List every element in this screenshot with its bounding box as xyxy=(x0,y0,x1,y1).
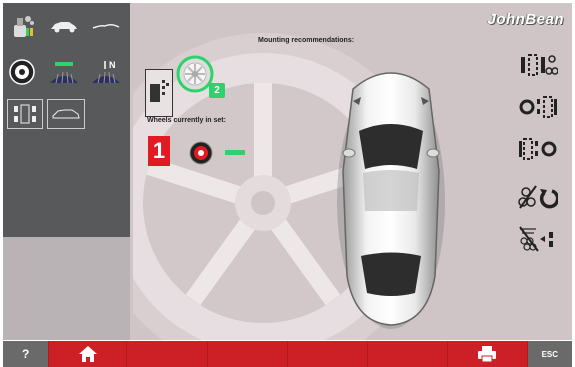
tire-sensor-icon[interactable] xyxy=(7,13,37,39)
wheel-position-icon[interactable] xyxy=(7,99,43,129)
selected-count-badge: 2 xyxy=(209,83,225,98)
home-icon xyxy=(78,346,97,362)
help-icon: ? xyxy=(22,347,30,361)
wheels-in-set-title: Wheels currently in set: xyxy=(147,117,226,124)
mounting-title: Mounting recommendations: xyxy=(258,37,355,44)
car-side-icon[interactable] xyxy=(49,13,79,39)
esc-button[interactable]: ESC xyxy=(527,341,573,367)
main-screen: N JohnBean Mounting recommendations: 2 W… xyxy=(3,3,572,340)
toolbar-slot-6[interactable] xyxy=(368,341,448,367)
remove-wheel-icon[interactable] xyxy=(518,225,558,253)
print-icon xyxy=(478,346,497,363)
toolbar-slot-4[interactable] xyxy=(208,341,288,367)
toolbar-slot-5[interactable] xyxy=(288,341,368,367)
wheel-status-indicator xyxy=(225,150,245,155)
home-button[interactable] xyxy=(49,341,128,367)
set-number-badge: 1 xyxy=(148,136,170,166)
esc-icon: ESC xyxy=(541,349,559,359)
wheel-setup-icon[interactable] xyxy=(145,69,173,117)
svg-text:N: N xyxy=(109,60,116,70)
left-panel-empty-area xyxy=(3,237,130,340)
help-button[interactable]: ? xyxy=(3,341,50,367)
tread-nitrogen-icon[interactable]: N xyxy=(91,59,121,85)
car-top-view xyxy=(337,72,445,329)
left-panel: N xyxy=(3,3,130,237)
tread-green-icon[interactable] xyxy=(49,59,79,85)
wheel-record-icon[interactable] xyxy=(189,141,213,165)
swap-right-icon[interactable] xyxy=(518,135,558,163)
wheel-icon[interactable] xyxy=(7,59,37,85)
car-top-icon[interactable] xyxy=(47,99,85,129)
app-frame: N JohnBean Mounting recommendations: 2 W… xyxy=(0,0,575,367)
brand-logo: JohnBean xyxy=(487,11,564,28)
swap-left-icon[interactable] xyxy=(518,93,558,121)
swap-front-rear-icon[interactable] xyxy=(518,51,559,79)
car-outline-icon[interactable] xyxy=(91,13,121,39)
toolbar-slot-3[interactable] xyxy=(127,341,208,367)
rotate-icon[interactable] xyxy=(518,183,560,211)
bottom-toolbar: ? ESC xyxy=(3,341,573,367)
print-button[interactable] xyxy=(448,341,528,367)
